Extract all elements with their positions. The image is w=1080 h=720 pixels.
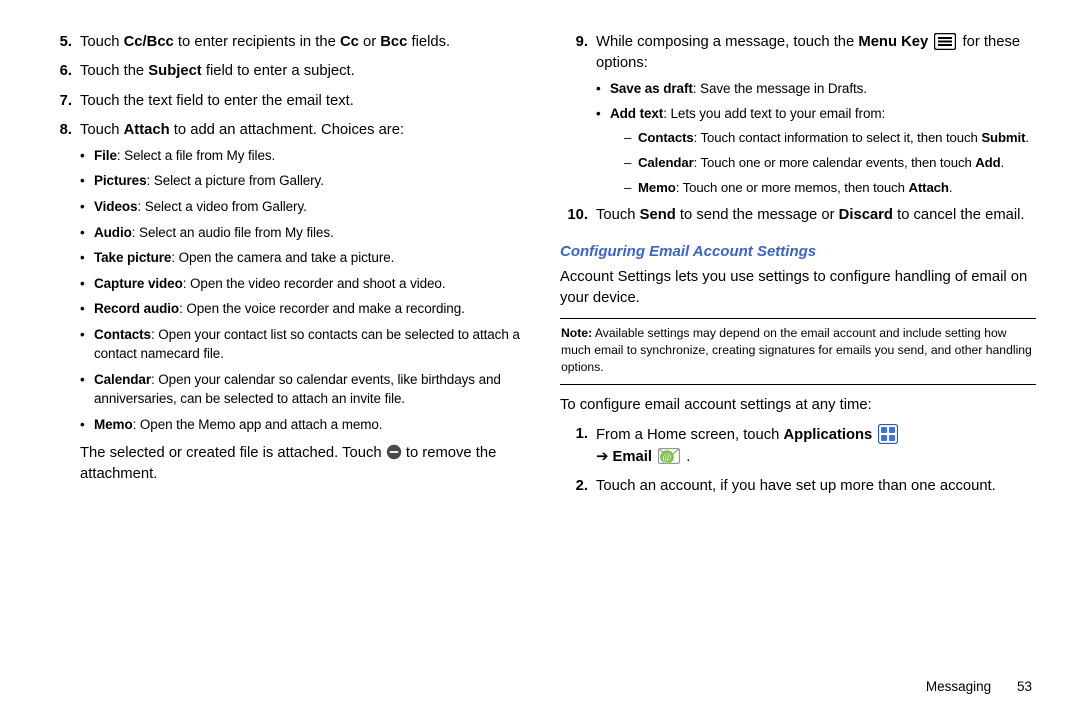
- step-5: Touch Cc/Bcc to enter recipients in the …: [44, 32, 520, 53]
- after-attach-note: The selected or created file is attached…: [80, 443, 520, 486]
- page-footer: Messaging 53: [926, 679, 1032, 694]
- t: to enter recipients in the: [174, 34, 340, 50]
- sub-item: Calendar: Touch one or more calendar eve…: [624, 153, 1036, 172]
- footer-section: Messaging: [926, 679, 991, 694]
- t: Touch: [596, 207, 640, 223]
- t: to add an attachment. Choices are:: [170, 122, 404, 138]
- attach-item: Contacts: Open your contact list so cont…: [80, 325, 520, 364]
- addtext-sublist: Contacts: Touch contact information to s…: [610, 128, 1036, 197]
- t: to send the message or: [676, 207, 839, 223]
- note-body: Available settings may depend on the ema…: [561, 326, 1032, 374]
- t: or: [359, 34, 380, 50]
- t: Touch: [80, 122, 124, 138]
- email-icon: @: [658, 448, 680, 466]
- section-heading: Configuring Email Account Settings: [560, 241, 1036, 263]
- menu-key-icon: [934, 33, 956, 50]
- b: Menu Key: [858, 34, 928, 50]
- attach-item: Calendar: Open your calendar so calendar…: [80, 370, 520, 409]
- menu-item: Add text: Lets you add text to your emai…: [596, 104, 1036, 197]
- t: fields.: [407, 34, 450, 50]
- attach-item: Memo: Open the Memo app and attach a mem…: [80, 415, 520, 435]
- footer-page: 53: [1017, 679, 1032, 694]
- attach-item: Record audio: Open the voice recorder an…: [80, 299, 520, 319]
- b: Email: [608, 449, 652, 465]
- section-intro: Account Settings lets you use settings t…: [560, 267, 1036, 310]
- t: While composing a message, touch the: [596, 34, 858, 50]
- t: .: [686, 449, 690, 465]
- steps-right-a: While composing a message, touch the Men…: [560, 32, 1036, 227]
- step-10: Touch Send to send the message or Discar…: [560, 205, 1036, 226]
- b: Send: [640, 207, 676, 223]
- step-7: Touch the text field to enter the email …: [44, 91, 520, 112]
- right-column: While composing a message, touch the Men…: [548, 32, 1036, 700]
- attach-item: Capture video: Open the video recorder a…: [80, 274, 520, 294]
- t: Touch the: [80, 63, 148, 79]
- left-column: Touch Cc/Bcc to enter recipients in the …: [44, 32, 548, 700]
- t: Touch the text field to enter the email …: [80, 93, 354, 109]
- menu-item: Save as draft: Save the message in Draft…: [596, 79, 1036, 99]
- b: Applications: [784, 427, 873, 443]
- sub-item: Contacts: Touch contact information to s…: [624, 128, 1036, 147]
- attach-item: Audio: Select an audio file from My file…: [80, 223, 520, 243]
- note-block: Note: Available settings may depend on t…: [560, 325, 1036, 376]
- t: field to enter a subject.: [202, 63, 355, 79]
- t: to cancel the email.: [893, 207, 1025, 223]
- t: Touch: [80, 34, 124, 50]
- t: From a Home screen, touch: [596, 427, 784, 443]
- t: The selected or created file is attached…: [80, 445, 386, 461]
- note-label: Note:: [561, 326, 592, 340]
- b: Attach: [124, 122, 170, 138]
- attach-item: Videos: Select a video from Gallery.: [80, 197, 520, 217]
- attach-item: Pictures: Select a picture from Gallery.: [80, 171, 520, 191]
- attach-options: File: Select a file from My files. Pictu…: [80, 146, 520, 435]
- attach-item: File: Select a file from My files.: [80, 146, 520, 166]
- b: Cc: [340, 34, 359, 50]
- config-steps: From a Home screen, touch Applications ➔…: [560, 424, 1036, 497]
- b: Bcc: [380, 34, 407, 50]
- step-9: While composing a message, touch the Men…: [560, 32, 1036, 197]
- step-6: Touch the Subject field to enter a subje…: [44, 61, 520, 82]
- rule-top: [560, 318, 1036, 319]
- manual-page: Touch Cc/Bcc to enter recipients in the …: [0, 0, 1080, 720]
- t: Touch an account, if you have set up mor…: [596, 478, 996, 494]
- svg-text:@: @: [663, 452, 672, 463]
- cfg-step-2: Touch an account, if you have set up mor…: [560, 476, 1036, 497]
- remove-icon: [386, 444, 402, 460]
- rule-bottom: [560, 384, 1036, 385]
- b: Subject: [148, 63, 201, 79]
- menu-options: Save as draft: Save the message in Draft…: [596, 79, 1036, 198]
- step-8: Touch Attach to add an attachment. Choic…: [44, 120, 520, 434]
- sub-item: Memo: Touch one or more memos, then touc…: [624, 178, 1036, 197]
- cfg-step-1: From a Home screen, touch Applications ➔…: [560, 424, 1036, 468]
- arrow: ➔: [596, 449, 608, 465]
- b: Cc/Bcc: [124, 34, 174, 50]
- applications-icon: [878, 424, 898, 444]
- steps-left: Touch Cc/Bcc to enter recipients in the …: [44, 32, 520, 435]
- attach-item: Take picture: Open the camera and take a…: [80, 248, 520, 268]
- config-lead: To configure email account settings at a…: [560, 395, 1036, 416]
- b: Discard: [839, 207, 893, 223]
